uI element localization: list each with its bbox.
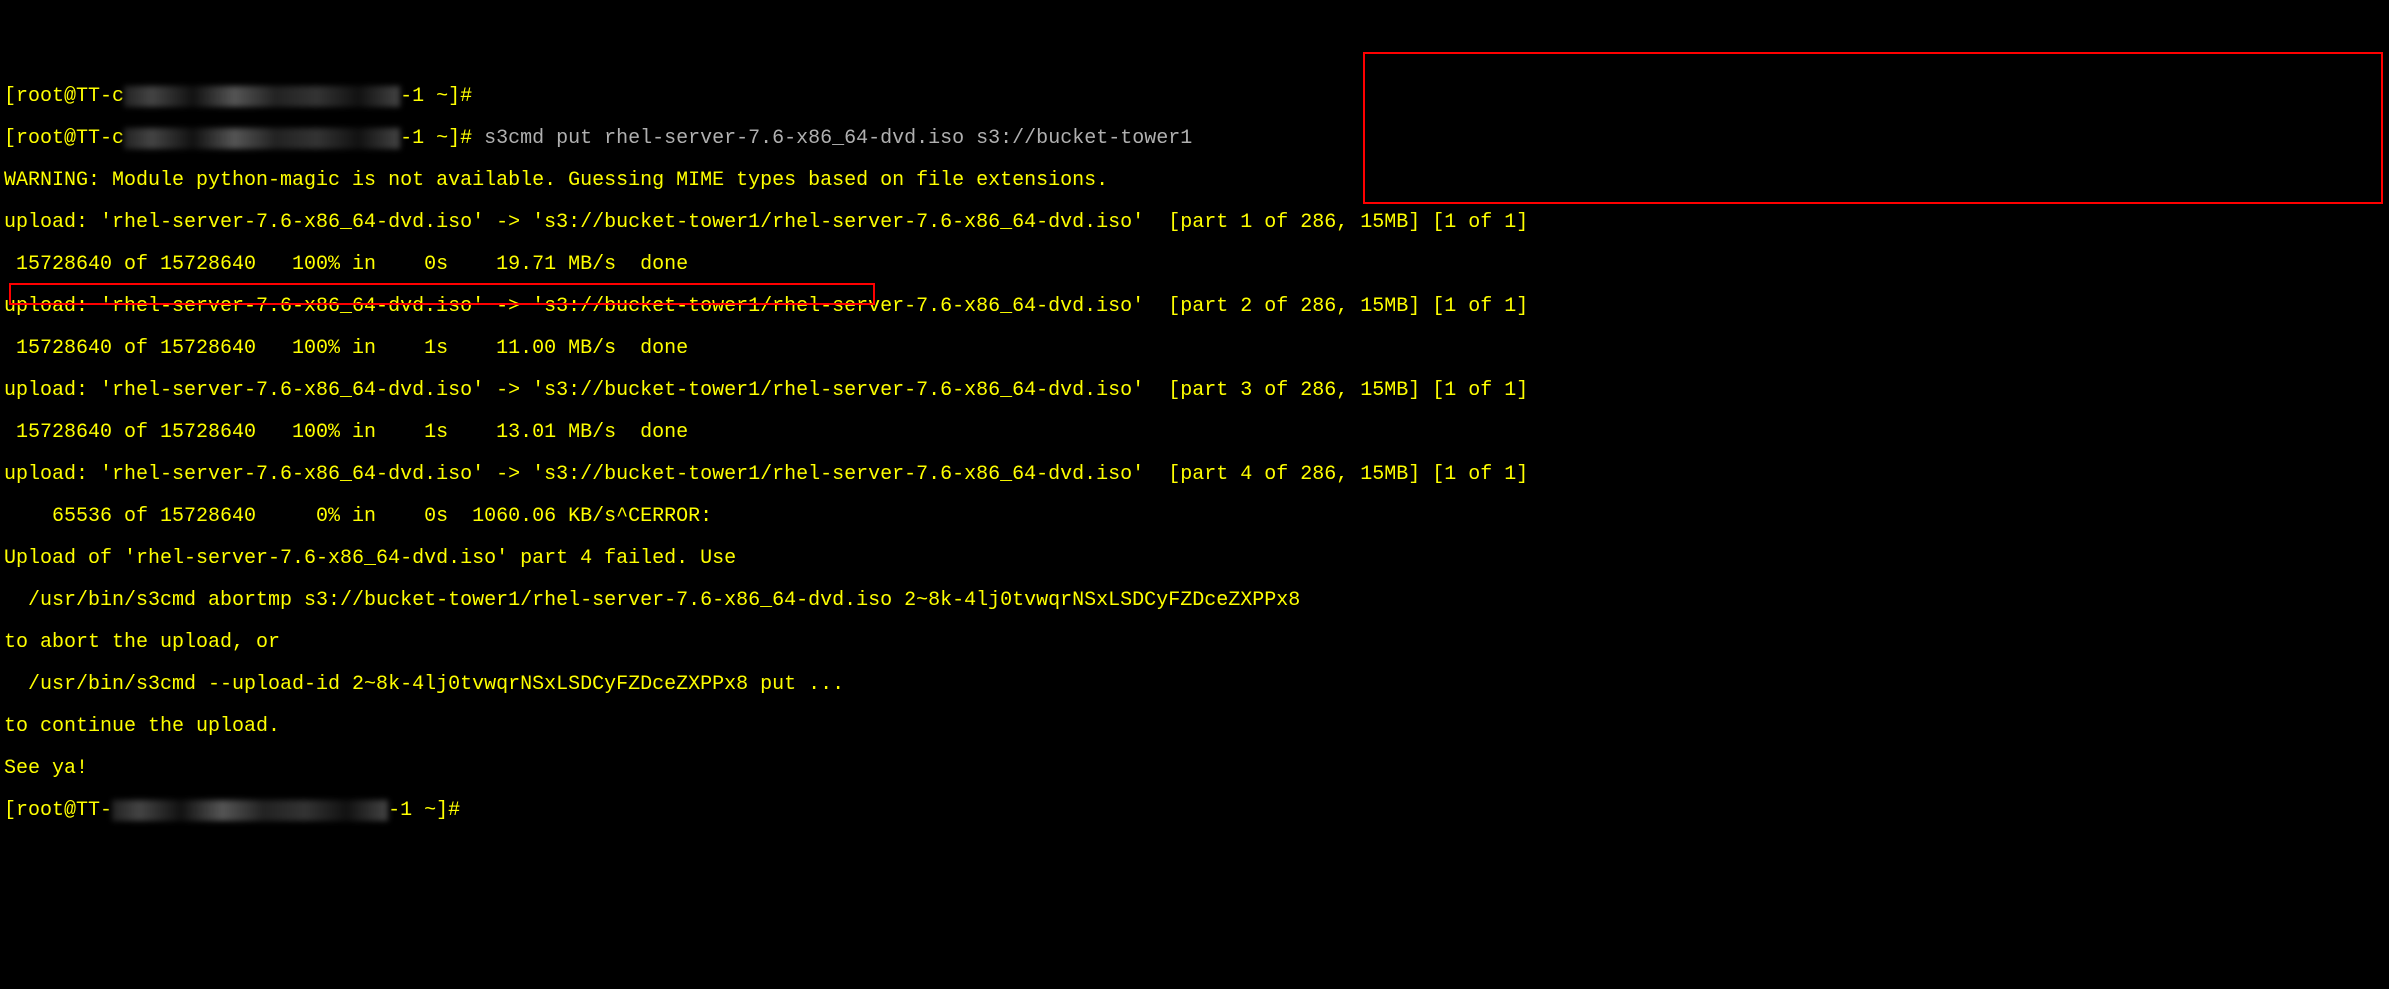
error-line-4: /usr/bin/s3cmd --upload-id 2~8k-4lj0tvwq… [4,674,2385,695]
upload-line-3: upload: 'rhel-server-7.6-x86_64-dvd.iso'… [4,380,2385,401]
prompt2-suffix: -1 ~]# [388,799,460,822]
upload-line-2: upload: 'rhel-server-7.6-x86_64-dvd.iso'… [4,296,2385,317]
prompt-suffix: -1 ~]# [400,127,472,150]
progress-line-1: 15728640 of 15728640 100% in 0s 19.71 MB… [4,254,2385,275]
upload-line-1: upload: 'rhel-server-7.6-x86_64-dvd.iso'… [4,212,2385,233]
prompt-top-blur: xxxxxxxxxxxxxxxxxxxxxxx [124,86,400,107]
prompt-prefix: [root@TT-c [4,127,124,150]
warning-line: WARNING: Module python-magic is not avai… [4,170,2385,191]
upload-line-4: upload: 'rhel-server-7.6-x86_64-dvd.iso'… [4,464,2385,485]
prompt2-blur: xxxxxxxxxxxxxxxxxxxxxxx [112,800,388,821]
prompt-top-prefix: [root@TT-c [4,85,124,108]
progress-line-4: 65536 of 15728640 0% in 0s 1060.06 KB/s^… [4,506,2385,527]
seeya-line: See ya! [4,758,2385,779]
progress-line-3: 15728640 of 15728640 100% in 1s 13.01 MB… [4,422,2385,443]
prompt-top-suffix: -1 ~]# [400,85,472,108]
prompt-blur: xxxxxxxxxxxxxxxxxxxxxxx [124,128,400,149]
prompt2-prefix: [root@TT- [4,799,112,822]
error-line-5: to continue the upload. [4,716,2385,737]
progress-line-2: 15728640 of 15728640 100% in 1s 11.00 MB… [4,338,2385,359]
error-line-1: Upload of 'rhel-server-7.6-x86_64-dvd.is… [4,548,2385,569]
command: s3cmd put rhel-server-7.6-x86_64-dvd.iso… [472,127,1192,150]
error-line-2: /usr/bin/s3cmd abortmp s3://bucket-tower… [4,590,2385,611]
error-line-3: to abort the upload, or [4,632,2385,653]
